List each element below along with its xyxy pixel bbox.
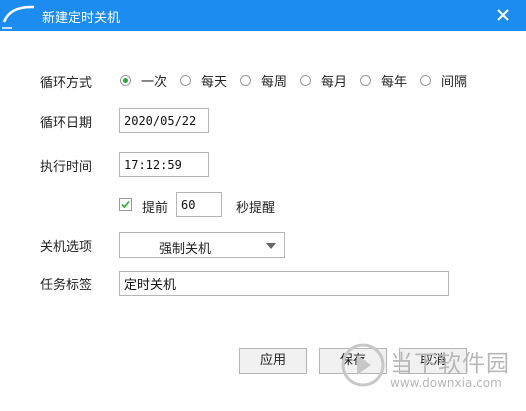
check-icon (121, 200, 130, 209)
app-logo-icon (2, 5, 35, 29)
radio-label: 每月 (321, 74, 348, 90)
radio-button[interactable] (180, 74, 191, 86)
remind-checkbox[interactable] (119, 198, 132, 211)
radio-label: 每周 (261, 74, 288, 90)
remind-label: 提前 (142, 201, 169, 216)
watermark: 当下软件园 www.downxia.com (340, 340, 526, 411)
radio-label: 间隔 (441, 74, 468, 90)
watermark-url: www.downxia.com (390, 376, 502, 390)
shutdown-option-label: 关机选项 (40, 240, 93, 255)
date-input[interactable]: 2020/05/22 (119, 108, 209, 133)
radio-interval[interactable]: 间隔 (420, 72, 468, 90)
radio-label: 每天 (201, 74, 228, 90)
title-bar: 新建定时关机 (0, 0, 526, 31)
remind-suffix: 秒提醒 (236, 201, 276, 216)
chevron-down-icon (266, 243, 276, 249)
radio-button[interactable] (120, 74, 131, 86)
task-label-input[interactable]: 定时关机 (119, 271, 449, 296)
shutdown-option-select[interactable]: 强制关机 (119, 232, 285, 258)
apply-button[interactable]: 应用 (239, 348, 307, 374)
repeat-mode-label: 循环方式 (40, 76, 93, 91)
time-input[interactable]: 17:12:59 (119, 152, 209, 177)
task-label-label: 任务标签 (40, 278, 93, 293)
shutdown-option-value: 强制关机 (158, 242, 211, 257)
radio-monthly[interactable]: 每月 (300, 72, 348, 90)
radio-label: 一次 (141, 74, 168, 90)
date-label: 循环日期 (40, 116, 93, 131)
watermark-logo-icon (341, 343, 385, 387)
radio-button[interactable] (240, 74, 251, 86)
time-label: 执行时间 (40, 160, 93, 175)
radio-button[interactable] (300, 74, 311, 86)
radio-button[interactable] (420, 74, 431, 86)
radio-daily[interactable]: 每天 (180, 72, 228, 90)
watermark-brand: 当下软件园 (390, 351, 510, 377)
close-icon[interactable] (494, 6, 512, 24)
radio-button[interactable] (360, 74, 371, 86)
radio-weekly[interactable]: 每周 (240, 72, 288, 90)
window-title: 新建定时关机 (42, 11, 121, 26)
remind-seconds-input[interactable]: 60 (176, 192, 222, 217)
radio-label: 每年 (381, 74, 408, 90)
radio-yearly[interactable]: 每年 (360, 72, 408, 90)
radio-once[interactable]: 一次 (120, 72, 168, 90)
